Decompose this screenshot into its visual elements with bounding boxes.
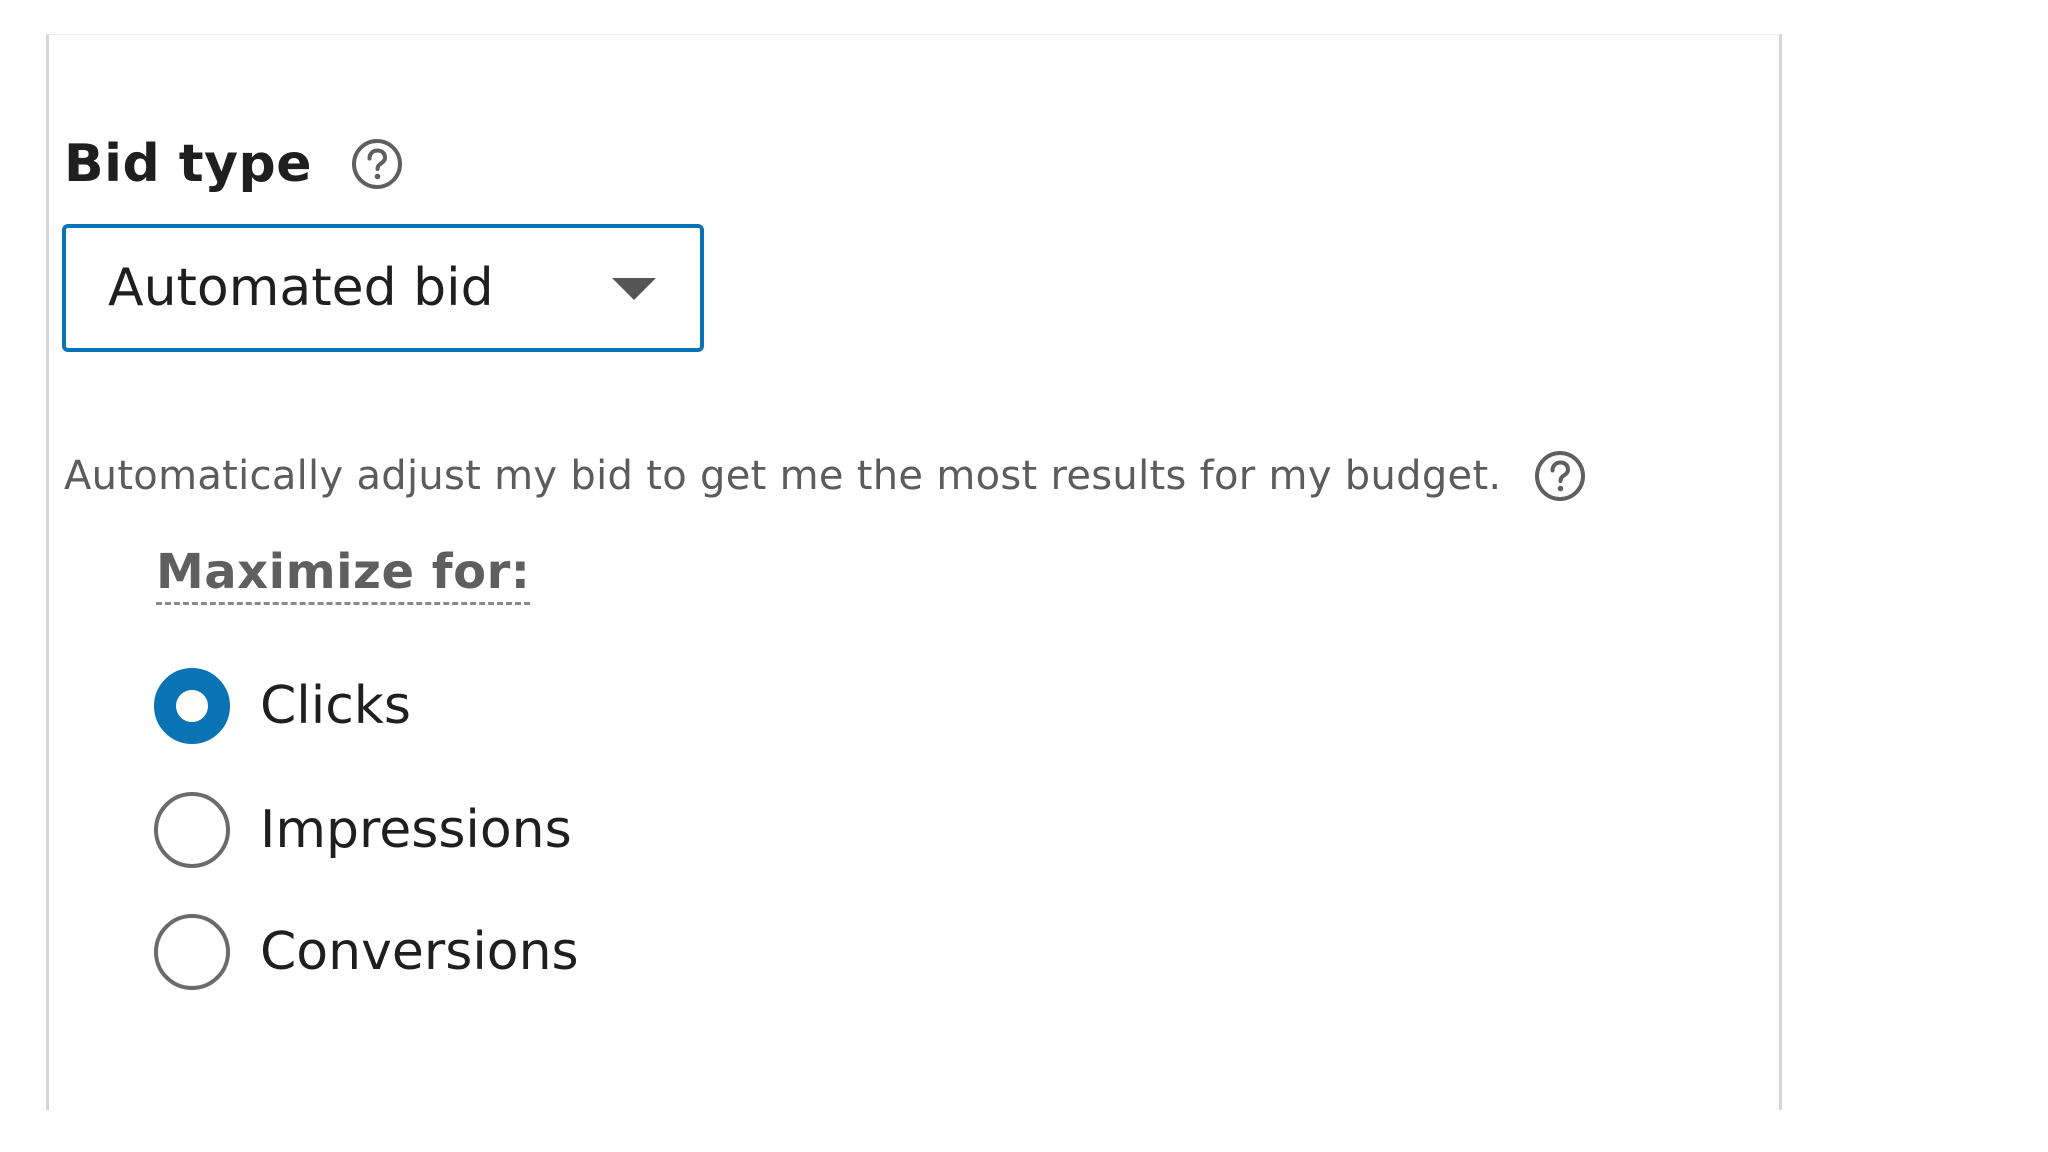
bid-type-select-value: Automated bid [108, 258, 494, 318]
bid-type-heading: Bid type [64, 134, 313, 194]
maximize-for-label[interactable]: Maximize for: [156, 544, 531, 605]
bid-description-row: Automatically adjust my bid to get me th… [64, 440, 1587, 512]
radio-option-impressions[interactable]: Impressions [154, 790, 572, 870]
radio-label-conversions: Conversions [260, 922, 579, 982]
bid-type-header: Bid type [64, 128, 404, 200]
radio-label-clicks: Clicks [260, 676, 411, 736]
bid-type-description: Automatically adjust my bid to get me th… [64, 453, 1502, 499]
question-circle-icon[interactable] [350, 137, 404, 191]
radio-button-conversions[interactable] [154, 914, 230, 990]
radio-option-conversions[interactable]: Conversions [154, 912, 579, 992]
bid-type-select[interactable]: Automated bid [62, 224, 704, 352]
question-circle-icon[interactable] [1533, 449, 1587, 503]
radio-label-impressions: Impressions [260, 800, 572, 860]
radio-button-clicks[interactable] [154, 668, 230, 744]
caret-down-icon [612, 278, 656, 300]
radio-button-impressions[interactable] [154, 792, 230, 868]
radio-option-clicks[interactable]: Clicks [154, 666, 411, 746]
